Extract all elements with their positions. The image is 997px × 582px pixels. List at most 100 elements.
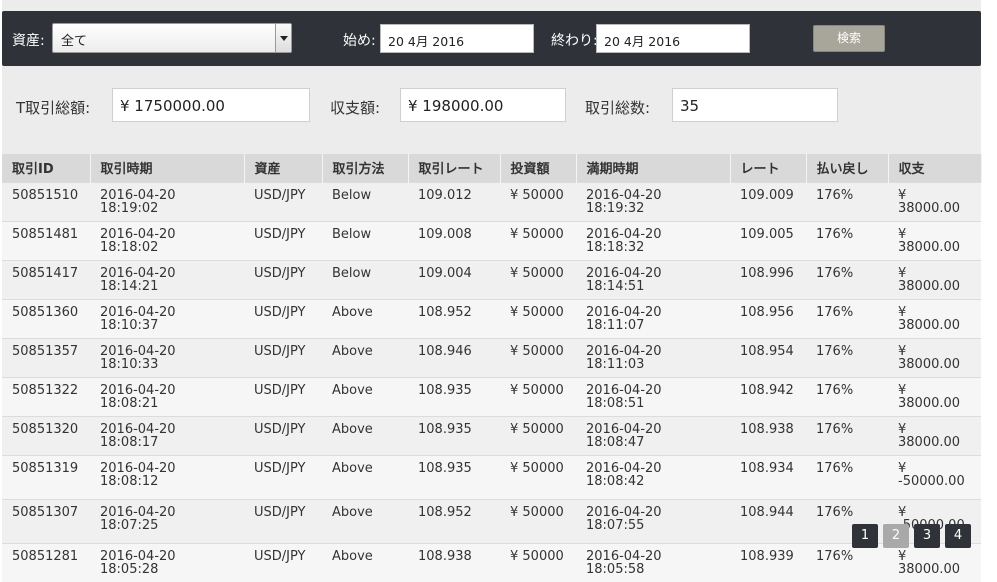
table-row: 50851417 2016-04-20 18:14:21 USD/JPY Bel… — [2, 259, 981, 299]
cell-investment: ¥ 50000 — [500, 498, 576, 543]
cell-investment: ¥ 50000 — [500, 337, 576, 377]
cell-profit: ¥ -50000.00 — [888, 454, 981, 499]
col-rate[interactable]: レート — [730, 154, 807, 182]
cell-payout: 176% — [806, 220, 888, 260]
cell-expiry-time: 2016-04-20 18:11:03 — [576, 337, 730, 377]
cell-direction: Above — [322, 298, 408, 338]
cell-investment: ¥ 50000 — [500, 259, 576, 299]
cell-profit: ¥ 38000.00 — [888, 259, 981, 299]
table-row: 50851360 2016-04-20 18:10:37 USD/JPY Abo… — [2, 298, 981, 338]
table-row: 50851510 2016-04-20 18:19:02 USD/JPY Bel… — [2, 181, 981, 221]
cell-trade-id: 50851417 — [2, 259, 90, 299]
cell-trade-time: 2016-04-20 18:19:02 — [90, 181, 244, 221]
cell-profit: ¥ 38000.00 — [888, 542, 981, 582]
cell-direction: Below — [322, 181, 408, 221]
cell-payout: 176% — [806, 415, 888, 455]
cell-direction: Above — [322, 498, 408, 543]
cell-trade-time: 2016-04-20 18:10:37 — [90, 298, 244, 338]
cell-payout: 176% — [806, 454, 888, 499]
cell-direction: Above — [322, 542, 408, 582]
asset-label: 資産: — [12, 33, 45, 49]
cell-expiry-time: 2016-04-20 18:14:51 — [576, 259, 730, 299]
trade-history-panel: 資産: 全て 始め: 20 4月 2016 終わり: 20 4月 2016 検索… — [2, 0, 982, 582]
cell-asset: USD/JPY — [244, 498, 322, 543]
col-trade-rate[interactable]: 取引レート — [408, 154, 501, 182]
cell-trade-id: 50851281 — [2, 542, 90, 582]
cell-rate: 108.939 — [730, 542, 806, 582]
total-trade-value: ¥ 1750000.00 — [112, 88, 310, 122]
cell-investment: ¥ 50000 — [500, 220, 576, 260]
cell-investment: ¥ 50000 — [500, 415, 576, 455]
table-row: 50851281 2016-04-20 18:05:28 USD/JPY Abo… — [2, 542, 981, 582]
col-asset[interactable]: 資産 — [244, 154, 323, 182]
end-date-input[interactable]: 20 4月 2016 — [596, 24, 750, 53]
cell-asset: USD/JPY — [244, 454, 322, 499]
start-date-input[interactable]: 20 4月 2016 — [380, 24, 534, 53]
cell-trade-time: 2016-04-20 18:18:02 — [90, 220, 244, 260]
cell-trade-id: 50851307 — [2, 498, 90, 543]
cell-trade-id: 50851481 — [2, 220, 90, 260]
col-trade-time[interactable]: 取引時期 — [90, 154, 245, 182]
cell-payout: 176% — [806, 181, 888, 221]
cell-expiry-time: 2016-04-20 18:08:51 — [576, 376, 730, 416]
col-trade-id[interactable]: 取引ID — [2, 154, 91, 182]
cell-asset: USD/JPY — [244, 259, 322, 299]
cell-asset: USD/JPY — [244, 337, 322, 377]
start-date-label: 始め: — [343, 33, 376, 49]
cell-payout: 176% — [806, 298, 888, 338]
cell-trade-time: 2016-04-20 18:08:12 — [90, 454, 244, 499]
asset-select[interactable]: 全て — [52, 23, 292, 53]
cell-rate: 108.938 — [730, 415, 806, 455]
cell-investment: ¥ 50000 — [500, 454, 576, 499]
table-row: 50851357 2016-04-20 18:10:33 USD/JPY Abo… — [2, 337, 981, 377]
page-button-3[interactable]: 3 — [914, 524, 940, 548]
trade-count-value: 35 — [672, 88, 838, 122]
col-investment[interactable]: 投資額 — [500, 154, 577, 182]
cell-trade-rate: 108.952 — [408, 498, 500, 543]
cell-payout: 176% — [806, 542, 888, 582]
cell-profit: ¥ 38000.00 — [888, 337, 981, 377]
page-button-2[interactable]: 2 — [883, 524, 909, 548]
page-button-1[interactable]: 1 — [852, 524, 878, 548]
trade-count-label: 取引総数: — [585, 99, 651, 117]
cell-asset: USD/JPY — [244, 542, 322, 582]
cell-investment: ¥ 50000 — [500, 298, 576, 338]
cell-profit: ¥ 38000.00 — [888, 220, 981, 260]
cell-trade-rate: 108.938 — [408, 542, 500, 582]
col-expiry-time[interactable]: 満期時期 — [576, 154, 731, 182]
search-button[interactable]: 検索 — [813, 25, 885, 52]
cell-profit: ¥ 38000.00 — [888, 376, 981, 416]
cell-trade-id: 50851319 — [2, 454, 90, 499]
col-profit[interactable]: 収支 — [888, 154, 982, 182]
cell-trade-id: 50851322 — [2, 376, 90, 416]
cell-trade-rate: 109.012 — [408, 181, 500, 221]
cell-trade-id: 50851360 — [2, 298, 90, 338]
cell-asset: USD/JPY — [244, 220, 322, 260]
cell-direction: Above — [322, 454, 408, 499]
table-row: 50851481 2016-04-20 18:18:02 USD/JPY Bel… — [2, 220, 981, 260]
cell-payout: 176% — [806, 337, 888, 377]
cell-rate: 109.009 — [730, 181, 806, 221]
table-row: 50851319 2016-04-20 18:08:12 USD/JPY Abo… — [2, 454, 981, 499]
balance-value: ¥ 198000.00 — [400, 88, 566, 122]
cell-direction: Below — [322, 259, 408, 299]
cell-trade-rate: 108.952 — [408, 298, 500, 338]
cell-payout: 176% — [806, 376, 888, 416]
cell-rate: 108.934 — [730, 454, 806, 499]
cell-trade-rate: 108.946 — [408, 337, 500, 377]
col-payout[interactable]: 払い戻し — [806, 154, 889, 182]
col-direction[interactable]: 取引方法 — [322, 154, 409, 182]
chevron-down-icon[interactable] — [275, 24, 291, 52]
cell-expiry-time: 2016-04-20 18:08:42 — [576, 454, 730, 499]
table-header: 取引ID 取引時期 資産 取引方法 取引レート 投資額 満期時期 レート 払い戻… — [2, 154, 982, 182]
cell-trade-time: 2016-04-20 18:14:21 — [90, 259, 244, 299]
cell-rate: 108.954 — [730, 337, 806, 377]
cell-expiry-time: 2016-04-20 18:07:55 — [576, 498, 730, 543]
cell-rate: 108.944 — [730, 498, 806, 543]
cell-direction: Below — [322, 220, 408, 260]
page-button-4[interactable]: 4 — [945, 524, 971, 548]
table-row: 50851307 2016-04-20 18:07:25 USD/JPY Abo… — [2, 498, 981, 543]
cell-asset: USD/JPY — [244, 415, 322, 455]
total-trade-label: T取引総額: — [16, 99, 91, 117]
cell-asset: USD/JPY — [244, 181, 322, 221]
